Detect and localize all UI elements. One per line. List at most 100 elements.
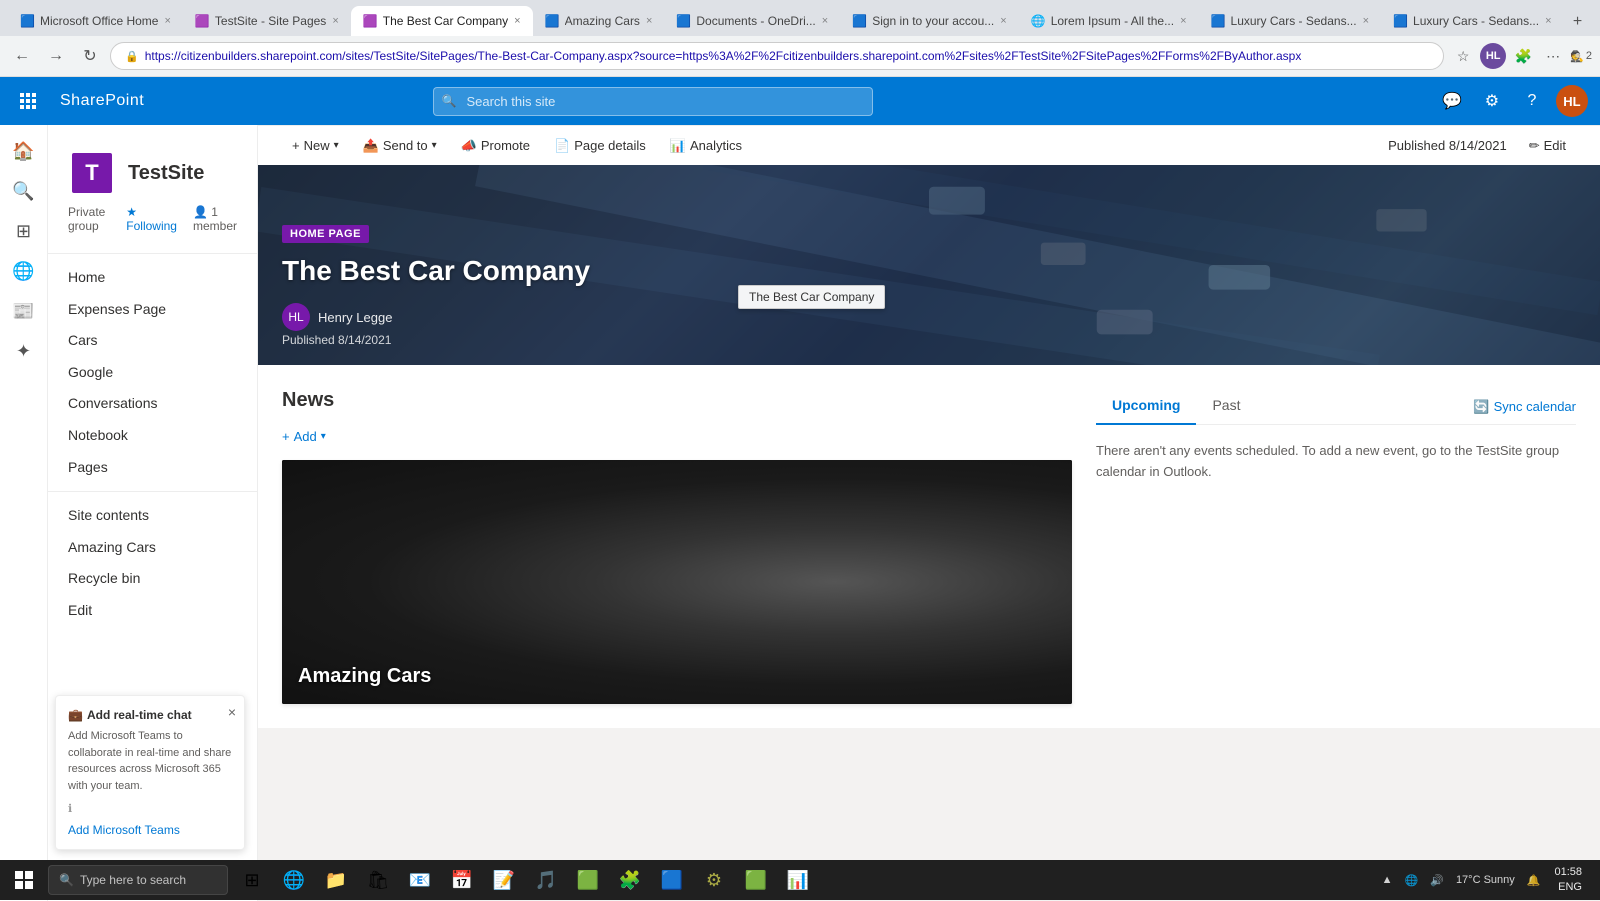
- url-input[interactable]: [145, 49, 1429, 63]
- hero-title: The Best Car Company: [282, 255, 590, 287]
- app10-icon[interactable]: 🧩: [610, 860, 650, 900]
- notification-icon[interactable]: 🔔: [1523, 874, 1545, 887]
- search-input[interactable]: [433, 87, 873, 116]
- nav-icon-search[interactable]: 🔍: [6, 173, 42, 209]
- app9-icon[interactable]: 🟩: [568, 860, 608, 900]
- extension-button[interactable]: 🧩: [1510, 43, 1536, 69]
- tab-signin[interactable]: 🟦 Sign in to your accou... ×: [840, 6, 1019, 36]
- reload-button[interactable]: ↻: [76, 42, 104, 70]
- file-explorer-icon[interactable]: 📁: [316, 860, 356, 900]
- author-name: Henry Legge: [318, 310, 392, 325]
- volume-icon[interactable]: 🔊: [1426, 874, 1448, 887]
- hero-tag: HOME PAGE: [282, 225, 369, 243]
- nav-item-site-contents[interactable]: Site contents: [48, 500, 257, 532]
- app12-icon[interactable]: ⚙: [694, 860, 734, 900]
- nav-item-conversations[interactable]: Conversations: [48, 388, 257, 420]
- send-to-button[interactable]: 📤 Send to ▾: [353, 132, 447, 160]
- nav-item-home[interactable]: Home: [48, 262, 257, 294]
- nav-icon-sites[interactable]: 🌐: [6, 253, 42, 289]
- bookmark-button[interactable]: ☆: [1450, 43, 1476, 69]
- waffle-menu[interactable]: [12, 85, 44, 117]
- tab-microsoft-office[interactable]: 🟦 Microsoft Office Home ×: [8, 6, 183, 36]
- tab-close-5[interactable]: ×: [822, 15, 828, 27]
- tab-close-3[interactable]: ×: [514, 15, 520, 27]
- chat-button[interactable]: 💬: [1436, 85, 1468, 117]
- action-bar: + New ▾ 📤 Send to ▾ 📣 Promote 📄 Page det…: [258, 125, 1600, 165]
- app7-icon[interactable]: 📝: [484, 860, 524, 900]
- settings-button[interactable]: ⋯: [1540, 43, 1566, 69]
- edit-label: Edit: [1544, 138, 1566, 153]
- tab-upcoming[interactable]: Upcoming: [1096, 389, 1196, 425]
- user-avatar[interactable]: HL: [1556, 85, 1588, 117]
- taskbar-search[interactable]: 🔍 Type here to search: [48, 865, 228, 895]
- excel-icon[interactable]: 📊: [778, 860, 818, 900]
- profile-button[interactable]: HL: [1480, 43, 1506, 69]
- app6-icon[interactable]: 📅: [442, 860, 482, 900]
- app13-icon[interactable]: 🟩: [736, 860, 776, 900]
- tab-testsite[interactable]: 🟪 TestSite - Site Pages ×: [183, 6, 351, 36]
- nav-item-expenses[interactable]: Expenses Page: [48, 294, 257, 326]
- tab-close-7[interactable]: ×: [1180, 15, 1186, 27]
- clock[interactable]: 01:58 ENG: [1548, 865, 1588, 896]
- add-news-button[interactable]: + Add ▾: [282, 429, 326, 444]
- address-bar[interactable]: 🔒: [110, 42, 1444, 70]
- weather-widget[interactable]: 17°C Sunny: [1452, 874, 1519, 886]
- members-label: 👤 1 member: [193, 205, 237, 233]
- start-button[interactable]: [4, 860, 44, 900]
- tab-close-4[interactable]: ×: [646, 15, 652, 27]
- nav-item-recycle-bin[interactable]: Recycle bin: [48, 563, 257, 595]
- app5-icon[interactable]: 📧: [400, 860, 440, 900]
- app11-icon[interactable]: 🟦: [652, 860, 692, 900]
- tab-favicon-7: 🌐: [1031, 14, 1045, 28]
- task-view-button[interactable]: ⊞: [232, 860, 272, 900]
- nav-icon-create[interactable]: ✦: [6, 333, 42, 369]
- app8-icon[interactable]: 🎵: [526, 860, 566, 900]
- analytics-button[interactable]: 📊 Analytics: [660, 132, 752, 160]
- nav-item-notebook[interactable]: Notebook: [48, 420, 257, 452]
- promote-button[interactable]: 📣 Promote: [451, 132, 540, 160]
- back-button[interactable]: ←: [8, 42, 36, 70]
- tab-close-9[interactable]: ×: [1545, 15, 1551, 27]
- show-desktop-button[interactable]: ▲: [1378, 874, 1397, 886]
- sharepoint-logo[interactable]: SharePoint: [60, 92, 144, 110]
- page-details-button[interactable]: 📄 Page details: [544, 132, 656, 160]
- tab-luxury2[interactable]: 🟦 Luxury Cars - Sedans... ×: [1381, 6, 1564, 36]
- add-label: Add: [294, 429, 317, 444]
- tab-best-car[interactable]: 🟪 The Best Car Company ×: [351, 6, 533, 36]
- taskbar-app-icons: ⊞ 🌐 📁 🛍 📧 📅 📝 🎵 🟩 🧩 🟦 ⚙ 🟩 📊: [232, 860, 818, 900]
- nav-item-google[interactable]: Google: [48, 357, 257, 389]
- nav-item-edit[interactable]: Edit: [48, 595, 257, 627]
- clock-time: 01:58: [1554, 865, 1582, 880]
- nav-icon-apps[interactable]: ⊞: [6, 213, 42, 249]
- tab-close-1[interactable]: ×: [164, 15, 170, 27]
- tab-past[interactable]: Past: [1196, 389, 1256, 425]
- tab-favicon-1: 🟦: [20, 14, 34, 28]
- nav-icon-home[interactable]: 🏠: [6, 133, 42, 169]
- tab-close-2[interactable]: ×: [332, 15, 338, 27]
- edge-icon[interactable]: 🌐: [274, 860, 314, 900]
- tab-documents[interactable]: 🟦 Documents - OneDri... ×: [664, 6, 840, 36]
- tab-close-6[interactable]: ×: [1000, 15, 1006, 27]
- forward-button[interactable]: →: [42, 42, 70, 70]
- nav-icon-news[interactable]: 📰: [6, 293, 42, 329]
- news-card[interactable]: Amazing Cars: [282, 460, 1072, 704]
- chat-panel-close-button[interactable]: ×: [228, 704, 236, 720]
- new-button[interactable]: + New ▾: [282, 132, 349, 159]
- network-icon[interactable]: 🌐: [1401, 874, 1423, 887]
- add-icon: +: [282, 429, 290, 444]
- nav-item-pages[interactable]: Pages: [48, 452, 257, 484]
- tab-lorem[interactable]: 🌐 Lorem Ipsum - All the... ×: [1019, 6, 1199, 36]
- following-label[interactable]: ★ Following: [126, 205, 177, 233]
- tab-amazing-cars[interactable]: 🟦 Amazing Cars ×: [533, 6, 665, 36]
- add-microsoft-teams-button[interactable]: Add Microsoft Teams: [68, 823, 232, 837]
- store-icon[interactable]: 🛍: [358, 860, 398, 900]
- tab-luxury1[interactable]: 🟦 Luxury Cars - Sedans... ×: [1199, 6, 1382, 36]
- edit-button[interactable]: ✏ Edit: [1519, 132, 1576, 160]
- nav-item-amazing-cars[interactable]: Amazing Cars: [48, 532, 257, 564]
- nav-item-cars[interactable]: Cars: [48, 325, 257, 357]
- settings-button[interactable]: ⚙: [1476, 85, 1508, 117]
- help-button[interactable]: ?: [1516, 85, 1548, 117]
- tab-close-8[interactable]: ×: [1363, 15, 1369, 27]
- new-tab-button[interactable]: +: [1564, 8, 1592, 36]
- sync-calendar-button[interactable]: 🔄 Sync calendar: [1473, 389, 1576, 424]
